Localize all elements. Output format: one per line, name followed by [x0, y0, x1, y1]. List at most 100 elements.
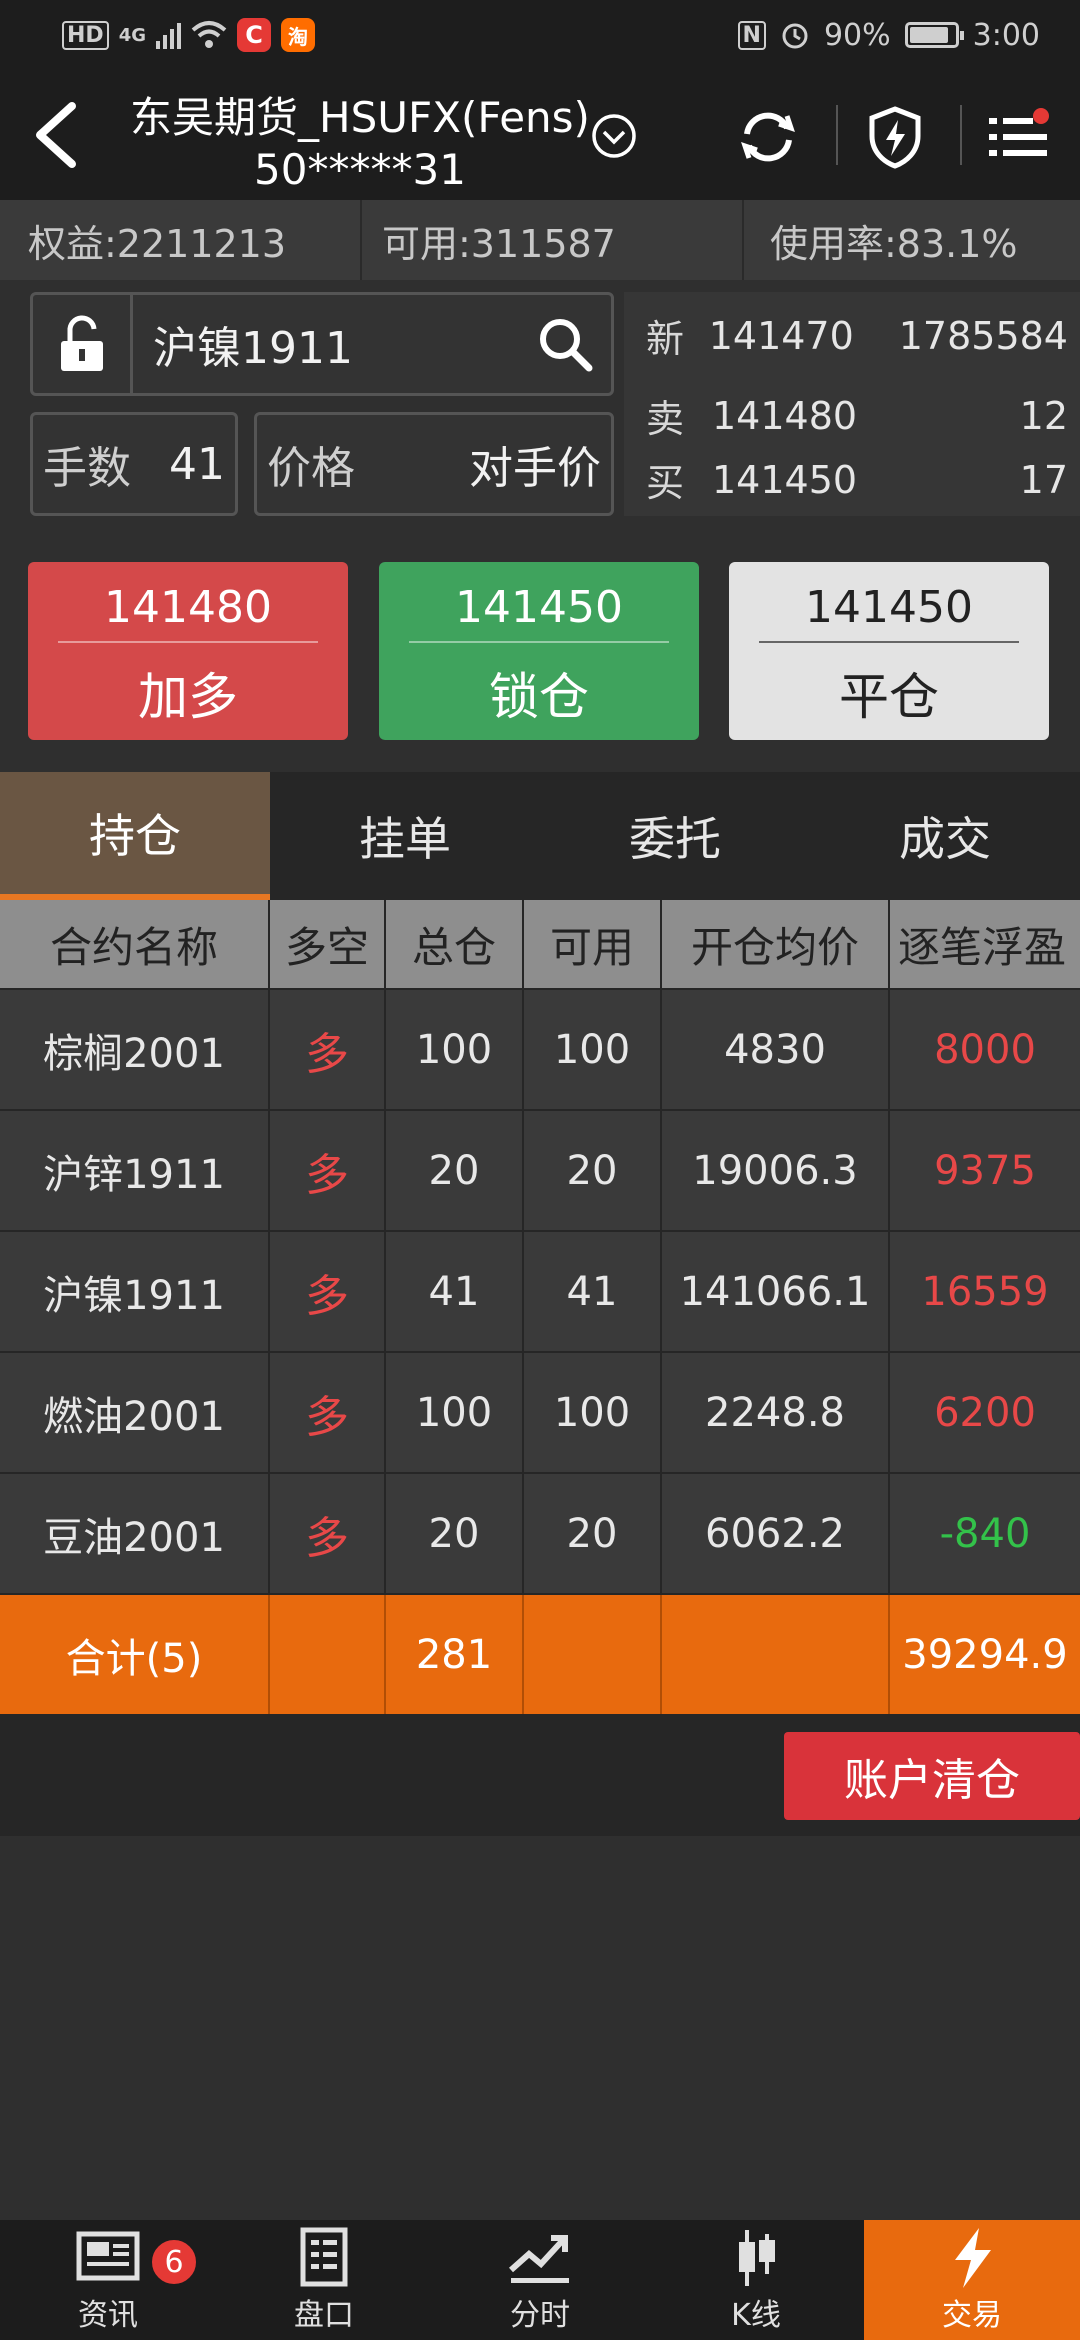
- lightning-icon: [955, 2228, 991, 2288]
- tab-trades[interactable]: 成交: [810, 772, 1080, 900]
- battery-icon: [904, 22, 964, 48]
- close-label: 平仓: [839, 668, 939, 726]
- alarm-icon: [782, 23, 808, 49]
- table-row[interactable]: 燃油2001 多 100 100 2248.8 6200: [0, 1353, 1080, 1474]
- notification-badge: 6: [150, 2238, 198, 2286]
- candlestick-icon: [739, 2230, 775, 2286]
- floating-pnl: 9375: [934, 1147, 1036, 1194]
- price-value[interactable]: 对手价: [469, 432, 601, 496]
- app-c-icon: C: [237, 18, 271, 52]
- nav-kline[interactable]: K线: [648, 2220, 864, 2340]
- quote-panel: 新 141470 1785584 卖 141480 12 买 141450 17: [624, 292, 1080, 516]
- nav-timeshare[interactable]: 分时: [432, 2220, 648, 2340]
- quote-volume: 12: [1019, 393, 1068, 438]
- tab-orders[interactable]: 委托: [540, 772, 810, 900]
- broker-name: 东吴期货_HSUFX(Fens): [130, 93, 590, 142]
- table-row[interactable]: 棕榈2001 多 100 100 4830 8000: [0, 990, 1080, 1111]
- trend-line-icon: [509, 2235, 569, 2283]
- column-header[interactable]: 多空: [270, 900, 386, 988]
- tab-pending[interactable]: 挂单: [270, 772, 540, 900]
- floating-pnl: 8000: [934, 1026, 1036, 1073]
- quote-label: 新: [646, 317, 685, 361]
- total-available-empty: [524, 1595, 662, 1714]
- network-type: 4G: [118, 24, 146, 46]
- total-position: 41: [386, 1232, 524, 1351]
- direction: 多: [270, 1474, 386, 1593]
- total-position-sum: 281: [386, 1595, 524, 1714]
- search-icon[interactable]: [535, 314, 595, 374]
- account-title[interactable]: 东吴期货_HSUFX(Fens) 50*****31: [120, 84, 600, 194]
- total-position: 20: [386, 1111, 524, 1230]
- contract-name: 棕榈2001: [0, 990, 270, 1109]
- floating-pnl: -840: [939, 1510, 1031, 1557]
- action-bar: 账户清仓: [0, 1716, 1080, 1836]
- close-price: 141450: [759, 573, 1019, 643]
- nfc-icon: N: [737, 20, 766, 50]
- header-separator: [960, 105, 962, 165]
- avg-open-price: 4830: [662, 990, 890, 1109]
- price-field[interactable]: 价格 对手价: [254, 412, 614, 516]
- shield-bolt-icon[interactable]: [862, 104, 928, 170]
- back-arrow-icon[interactable]: [28, 100, 84, 170]
- menu-list-icon[interactable]: [985, 104, 1051, 170]
- column-header[interactable]: 可用: [524, 900, 662, 988]
- contract-search[interactable]: 沪镍1911: [30, 292, 614, 396]
- clock: 3:00: [972, 17, 1040, 53]
- column-header[interactable]: 逐笔浮盈: [890, 900, 1080, 988]
- unlock-icon: [60, 315, 103, 371]
- quantity-label: 手数: [43, 443, 131, 494]
- status-bar: HD 4G C 淘 N 90% 3:00: [0, 0, 1080, 70]
- available-position: 100: [524, 1353, 662, 1472]
- buy-long-button[interactable]: 141480 加多: [28, 562, 348, 740]
- available-position: 41: [524, 1232, 662, 1351]
- close-position-button[interactable]: 141450 平仓: [729, 562, 1049, 740]
- column-header[interactable]: 总仓: [386, 900, 524, 988]
- nav-label: 资讯: [78, 2298, 138, 2333]
- column-header[interactable]: 合约名称: [0, 900, 270, 988]
- chevron-down-icon[interactable]: [590, 112, 638, 160]
- total-label: 合计(5): [0, 1595, 270, 1714]
- price-label: 价格: [267, 443, 355, 494]
- column-header[interactable]: 开仓均价: [662, 900, 890, 988]
- available-position: 20: [524, 1474, 662, 1593]
- contract-name: 燃油2001: [0, 1353, 270, 1472]
- quote-volume: 17: [1019, 457, 1068, 502]
- nav-trade[interactable]: 交易: [864, 2220, 1080, 2340]
- lock-toggle[interactable]: [33, 295, 133, 393]
- quote-row-bid: 买 141450 17: [646, 452, 1068, 507]
- available-funds: 可用:311587: [362, 200, 744, 280]
- nav-label: 盘口: [294, 2298, 354, 2333]
- refresh-icon[interactable]: [735, 104, 801, 170]
- nav-label: K线: [731, 2298, 781, 2333]
- app-taobao-icon: 淘: [281, 18, 315, 52]
- avg-open-price: 19006.3: [662, 1111, 890, 1230]
- signal-icon: [156, 21, 181, 49]
- equity: 权益:2211213: [0, 200, 362, 280]
- table-row[interactable]: 豆油2001 多 20 20 6062.2 -840: [0, 1474, 1080, 1595]
- lock-position-button[interactable]: 141450 锁仓: [379, 562, 699, 740]
- usage-rate: 使用率:83.1%: [770, 221, 1018, 266]
- floating-pnl: 6200: [934, 1389, 1036, 1436]
- quote-row-ask: 卖 141480 12: [646, 388, 1068, 443]
- contract-input[interactable]: 沪镍1911: [133, 312, 535, 376]
- nav-label: 分时: [510, 2298, 570, 2333]
- floating-pnl: 16559: [921, 1268, 1049, 1315]
- contract-name: 豆油2001: [0, 1474, 270, 1593]
- quote-price: 141470: [708, 313, 854, 358]
- table-row[interactable]: 沪镍1911 多 41 41 141066.1 16559: [0, 1232, 1080, 1353]
- tab-positions[interactable]: 持仓: [0, 772, 270, 900]
- clear-account-button[interactable]: 账户清仓: [784, 1732, 1080, 1820]
- total-direction-empty: [270, 1595, 386, 1714]
- wifi-icon: [191, 21, 227, 48]
- table-row[interactable]: 沪锌1911 多 20 20 19006.3 9375: [0, 1111, 1080, 1232]
- quantity-value[interactable]: 41: [169, 439, 225, 490]
- quantity-field[interactable]: 手数 41: [30, 412, 238, 516]
- nav-orderbook[interactable]: 盘口: [216, 2220, 432, 2340]
- nav-label: 交易: [942, 2298, 1002, 2333]
- nav-news[interactable]: 资讯 6: [0, 2220, 216, 2340]
- quote-label: 买: [646, 461, 685, 505]
- contract-name: 沪锌1911: [0, 1111, 270, 1230]
- buy-label: 加多: [138, 668, 238, 726]
- total-pnl: 39294.9: [902, 1631, 1068, 1678]
- bottom-nav: 资讯 6 盘口 分时 K线 交易: [0, 2220, 1080, 2340]
